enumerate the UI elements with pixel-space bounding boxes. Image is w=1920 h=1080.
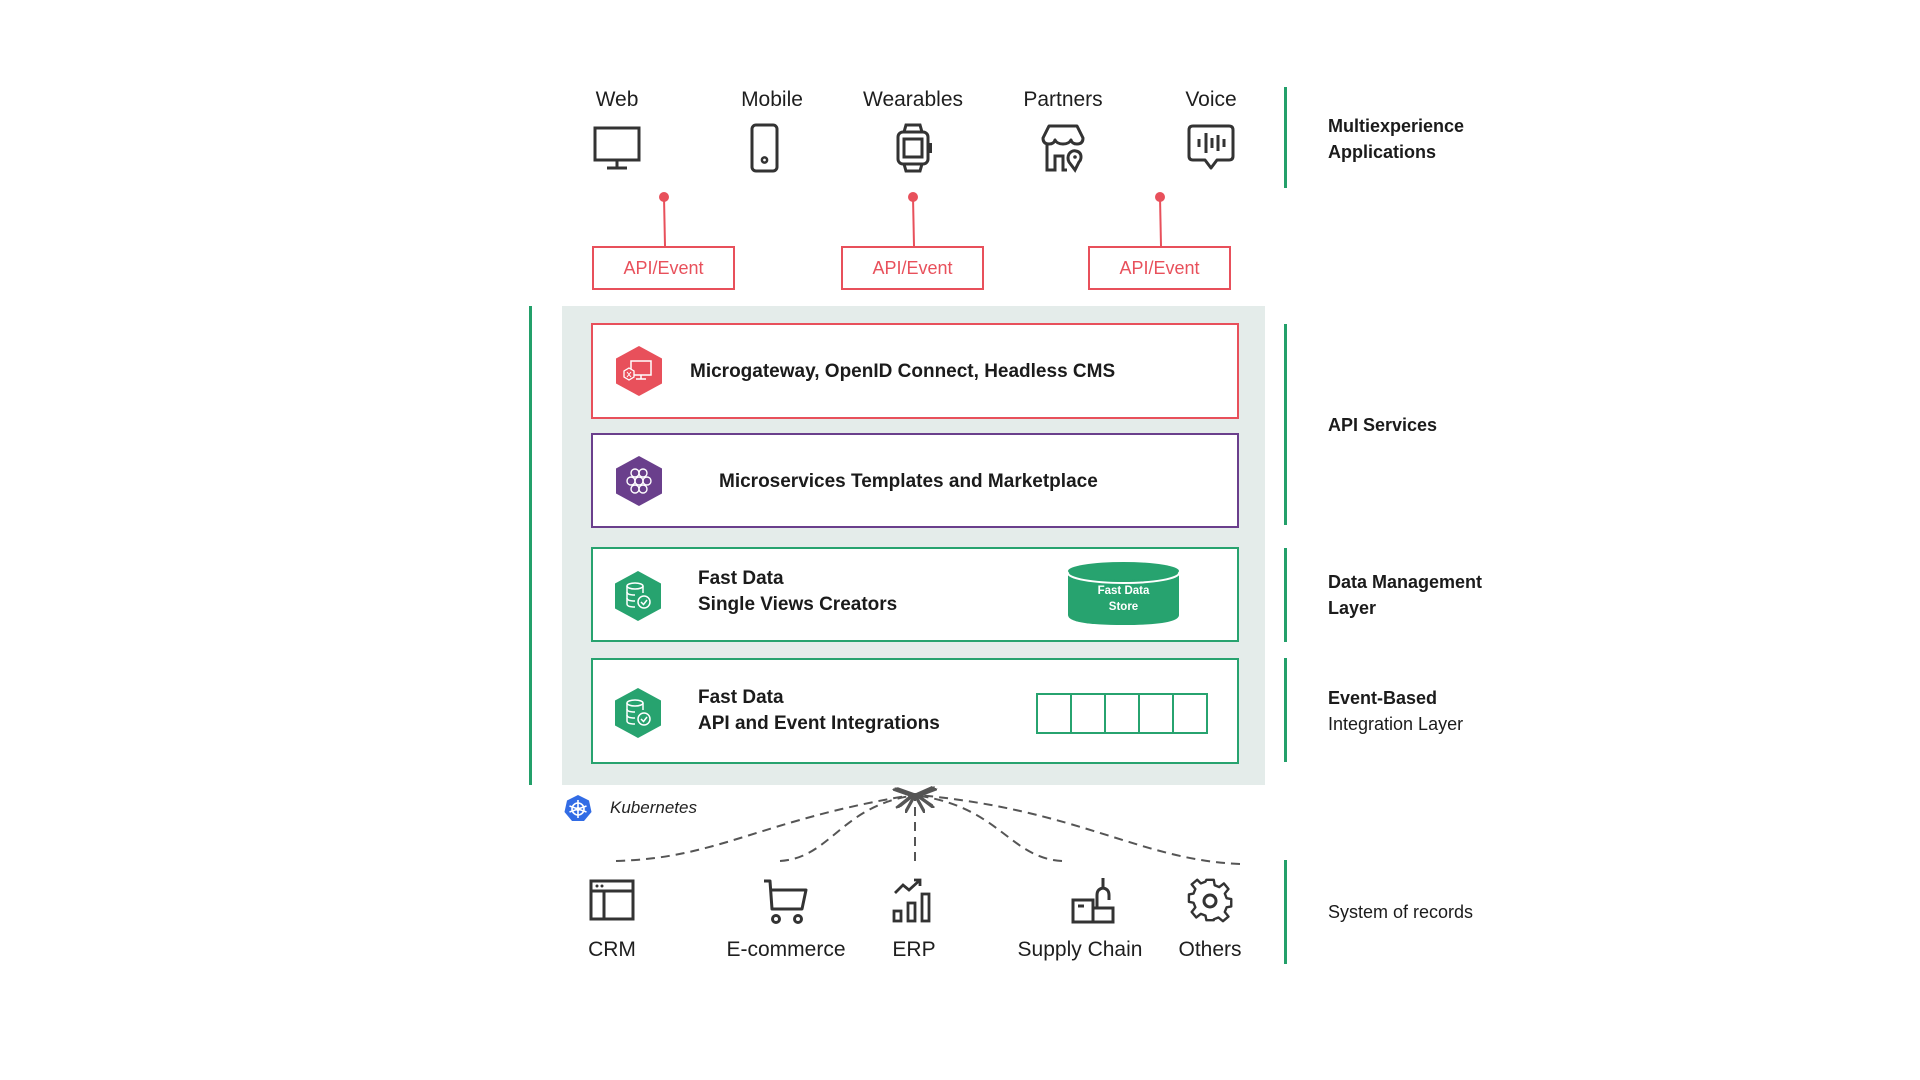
voice-message-icon	[1187, 124, 1235, 170]
system-label-supply-chain: Supply Chain	[1017, 938, 1143, 961]
side-bracket-line	[1284, 860, 1287, 964]
layer-microgateway: Microgateway, OpenID Connect, Headless C…	[591, 323, 1239, 419]
queue-cell	[1106, 695, 1140, 732]
gateway-monitor-icon	[616, 346, 662, 396]
bar-chart-trend-icon	[892, 878, 931, 923]
api-event-box: API/Event	[592, 246, 735, 290]
queue-cell	[1140, 695, 1174, 732]
side-label-api-services: API Services	[1328, 412, 1437, 438]
channel-label-web: Web	[595, 88, 639, 111]
api-connector-dot	[908, 192, 918, 202]
layer-fast-data-integrations: Fast Data API and Event Integrations	[591, 658, 1239, 764]
side-label-data-management: Data Management Layer	[1328, 569, 1482, 621]
api-connector-dot	[1155, 192, 1165, 202]
system-label-crm: CRM	[588, 938, 636, 961]
database-check-icon	[615, 571, 661, 621]
channel-label-voice: Voice	[1185, 88, 1237, 111]
side-label-line: Integration Layer	[1328, 714, 1464, 734]
platform-bracket-line	[529, 306, 532, 785]
side-label-line: System of records	[1328, 902, 1474, 922]
side-label-event-based: Event-Based Integration Layer	[1328, 685, 1463, 737]
side-label-line: Applications	[1328, 142, 1437, 162]
api-connector-line	[912, 196, 915, 247]
channel-label-mobile: Mobile	[741, 88, 803, 111]
channel-label-partners: Partners	[1023, 88, 1103, 111]
gear-icon	[1187, 878, 1233, 923]
side-label-line: Event-Based	[1328, 688, 1438, 708]
system-label-erp: ERP	[892, 938, 936, 961]
api-connector-line	[663, 196, 666, 247]
layer-title-line2: API and Event Integrations	[698, 713, 940, 734]
flow-arrow-ecommerce	[779, 796, 910, 862]
side-bracket-line	[1284, 658, 1287, 762]
side-label-line: Data Management	[1328, 572, 1483, 592]
queue-cell	[1174, 695, 1208, 732]
side-label-line: Multiexperience	[1328, 116, 1465, 136]
queue-cell	[1072, 695, 1106, 732]
smartwatch-icon	[896, 123, 932, 173]
layer-fast-data-single-views: Fast Data Single Views Creators Fast Dat…	[591, 547, 1239, 642]
channel-label-wearables: Wearables	[863, 88, 963, 111]
shopping-cart-icon	[764, 879, 808, 924]
browser-window-icon	[589, 879, 635, 921]
store-label-line1: Fast Data	[1097, 585, 1150, 597]
side-label-multiexperience: Multiexperience Applications	[1328, 113, 1464, 165]
flow-arrow-supply-chain	[920, 796, 1063, 862]
api-event-label: API/Event	[1119, 257, 1200, 278]
event-queue	[1036, 693, 1208, 734]
layer-title-line1: Fast Data	[698, 568, 784, 589]
api-event-label: API/Event	[623, 257, 704, 278]
layer-title-line2: Single Views Creators	[698, 594, 898, 615]
monitor-icon	[593, 126, 641, 170]
store-label-line2: Store	[1108, 601, 1139, 613]
system-label-others: Others	[1178, 938, 1242, 961]
api-event-label: API/Event	[872, 257, 953, 278]
layer-title-line1: Fast Data	[698, 687, 784, 708]
side-bracket-line	[1284, 548, 1287, 642]
layer-title: Microservices Templates and Marketplace	[719, 471, 1098, 492]
system-label-ecommerce: E-commerce	[726, 938, 846, 961]
layer-microservices: Microservices Templates and Marketplace	[591, 433, 1239, 528]
queue-cell	[1038, 695, 1072, 732]
flow-arrow-others	[918, 795, 1241, 865]
smartphone-icon	[750, 123, 779, 173]
warehouse-crane-icon	[1071, 878, 1115, 924]
side-bracket-line	[1284, 87, 1287, 188]
kubernetes-icon	[564, 795, 592, 821]
layer-title: Microgateway, OpenID Connect, Headless C…	[690, 361, 1116, 382]
api-event-box: API/Event	[841, 246, 984, 290]
api-event-box: API/Event	[1088, 246, 1231, 290]
side-label-line: Layer	[1328, 598, 1377, 618]
kubernetes-label: Kubernetes	[610, 798, 697, 817]
side-bracket-line	[1284, 324, 1287, 525]
api-connector-line	[1159, 196, 1162, 247]
honeycomb-icon	[616, 456, 662, 506]
storefront-location-icon	[1041, 124, 1085, 173]
database-check-icon	[615, 688, 661, 738]
fast-data-store-label: Fast Data Store	[1066, 583, 1181, 615]
side-label-system-of-records: System of records	[1328, 899, 1473, 925]
side-label-line: API Services	[1328, 415, 1438, 435]
api-connector-dot	[659, 192, 669, 202]
